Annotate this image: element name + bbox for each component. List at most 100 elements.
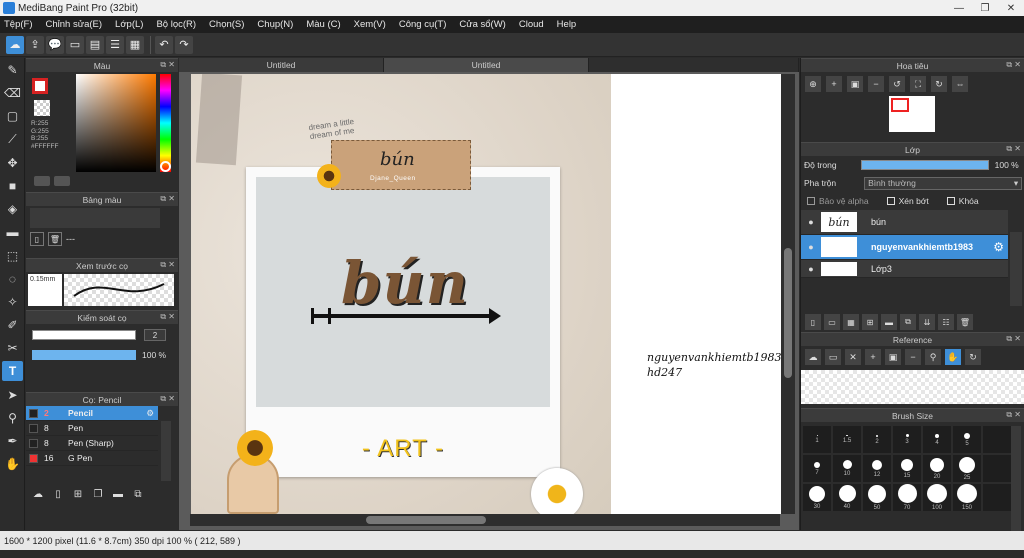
layers-scrollbar[interactable] [1010,232,1022,306]
navigator-thumbnail[interactable] [889,96,935,132]
brush-size-cell[interactable]: 20 [923,455,951,482]
brush-size-cell[interactable]: 7 [803,455,831,482]
palette-area[interactable] [30,208,160,228]
rotate-left-icon[interactable]: ↺ [889,76,905,92]
comment-icon[interactable]: 💬 [46,35,64,54]
menu-edit[interactable]: Chỉnh sửa(E) [46,19,103,30]
hand-icon[interactable]: ✋ [945,349,961,365]
operation-tool-icon[interactable]: ➤ [2,385,23,405]
add-layer-icon[interactable]: ⊞ [862,314,878,330]
upload-icon[interactable]: ⇪ [26,35,44,54]
merge-down-icon[interactable]: ⇊ [919,314,935,330]
panel-options-icon[interactable]: ⧉ ✕ [1006,60,1021,70]
copy-brush-icon[interactable]: ❐ [90,486,106,502]
menu-file[interactable]: Tệp(F) [4,19,33,30]
pen-tool-icon[interactable]: ✒ [2,431,23,451]
brush-size-cell[interactable]: 4 [923,426,951,453]
brush-item-pencil[interactable]: 2 Pencil ⚙ [26,406,158,421]
brush-tool-icon[interactable]: ✎ [2,60,23,80]
panel-options-icon[interactable]: ⧉ ✕ [160,194,175,204]
clipping-checkbox[interactable]: Xén bớt [886,196,929,206]
brush-size-cell[interactable]: 15 [893,455,921,482]
new-layer-icon[interactable]: ▯ [805,314,821,330]
menu-select[interactable]: Chọn(S) [209,19,244,30]
halftone-layer-icon[interactable]: ▦ [843,314,859,330]
brush-size-cell[interactable]: 100 [923,484,951,511]
close-icon[interactable]: ✕ [845,349,861,365]
brush-size-cell[interactable]: 25 [953,455,981,482]
brush-size-slider[interactable] [32,330,136,340]
brush-size-cell[interactable]: 3 [893,426,921,453]
layer-item[interactable]: ● Lớp3 [801,260,1008,278]
dropper-tool-icon[interactable]: ⚲ [2,408,23,428]
panel-options-icon[interactable]: ⧉ ✕ [160,260,175,270]
cloud-icon[interactable]: ☁ [6,35,24,54]
delete-palette-icon[interactable]: 🗑 [48,232,62,246]
eraser-tool-icon[interactable]: ⌫ [2,83,23,103]
open-folder-icon[interactable]: ▭ [825,349,841,365]
duplicate-layer-icon[interactable]: ⧉ [900,314,916,330]
brush-size-cell[interactable]: 10 [833,455,861,482]
settings-icon[interactable]: ☷ [938,314,954,330]
brush-size-cell[interactable] [983,455,1011,482]
navigator-viewport-rect[interactable] [891,98,909,112]
select-tool-icon[interactable]: ⬚ [2,246,23,266]
zoom-actual-icon[interactable]: ▣ [885,349,901,365]
bucket-tool-icon[interactable]: ◈ [2,199,23,219]
menu-window[interactable]: Cửa sổ(W) [459,19,505,30]
gear-icon[interactable]: ⚙ [993,240,1004,254]
undo-icon[interactable]: ↶ [155,35,173,54]
gradient-tool-icon[interactable]: ▬ [2,222,23,242]
new-brush-icon[interactable]: ▯ [50,486,66,502]
brush-size-cell[interactable]: 50 [863,484,891,511]
line-tool-icon[interactable]: ⟋ [2,130,23,150]
close-button[interactable]: ✕ [998,0,1024,16]
layer-item-selected[interactable]: ● nguyenvankhiemtb1983 ⚙ [801,235,1008,260]
panel-options-icon[interactable]: ⧉ ✕ [160,312,175,322]
tab-untitled-1[interactable]: Untitled [179,58,384,72]
panel-options-icon[interactable]: ⧉ ✕ [1006,144,1021,154]
brush-size-cell[interactable]: 2 [863,426,891,453]
move-tool-icon[interactable]: ✥ [2,153,23,173]
brush-size-cell[interactable] [983,426,1011,453]
background-color-swatch[interactable] [34,100,50,116]
brush-size-scrollbar[interactable] [1011,426,1021,544]
select-pen-tool-icon[interactable]: ✐ [2,315,23,335]
cloud-icon[interactable]: ☁ [805,349,821,365]
brush-opacity-slider[interactable] [32,350,136,360]
grid-icon[interactable]: ▦ [126,35,144,54]
gear-icon[interactable]: ⚙ [146,408,154,419]
hue-slider[interactable] [160,74,171,172]
document-canvas[interactable]: dream a little dream of me - ART - bún D… [191,74,782,514]
zoom-out-icon[interactable]: − [868,76,884,92]
menu-capture[interactable]: Chụp(N) [257,19,293,30]
folder-icon[interactable]: ▬ [881,314,897,330]
select-eraser-tool-icon[interactable]: ✂ [2,338,23,358]
brush-size-input[interactable]: 2 [144,329,166,341]
hue-slider-handle[interactable] [160,161,171,172]
new-palette-icon[interactable]: ▯ [30,232,44,246]
document-icon[interactable]: ▤ [86,35,104,54]
vertical-scroll-thumb[interactable] [784,248,792,378]
fit-screen-icon[interactable]: ⛶ [910,76,926,92]
zoom-fit-icon[interactable]: ⊕ [805,76,821,92]
zoom-in-icon[interactable]: + [826,76,842,92]
add-brush-icon[interactable]: ⊞ [70,486,86,502]
saturation-value-picker[interactable] [76,74,156,172]
rotate-icon[interactable]: ↻ [965,349,981,365]
protect-alpha-checkbox[interactable]: Bảo vệ alpha [807,196,869,206]
menu-filter[interactable]: Bộ lọc(R) [156,19,196,30]
rotate-right-icon[interactable]: ↻ [931,76,947,92]
panel-options-icon[interactable]: ⧉ ✕ [1006,410,1021,420]
brush-size-cell[interactable]: 1.5 [833,426,861,453]
menu-layer[interactable]: Lớp(L) [115,19,143,30]
lasso-tool-icon[interactable]: ◌ [2,269,23,289]
layer-item[interactable]: ● bún bún [801,210,1008,235]
layer-opacity-slider[interactable] [860,160,989,170]
reference-area[interactable] [801,370,1024,404]
vertical-scrollbar[interactable] [781,74,795,514]
brush-size-cell[interactable]: 30 [803,484,831,511]
swap-color-button[interactable] [54,176,70,186]
panel-options-icon[interactable]: ⧉ ✕ [1006,334,1021,344]
brush-size-cell[interactable]: 40 [833,484,861,511]
